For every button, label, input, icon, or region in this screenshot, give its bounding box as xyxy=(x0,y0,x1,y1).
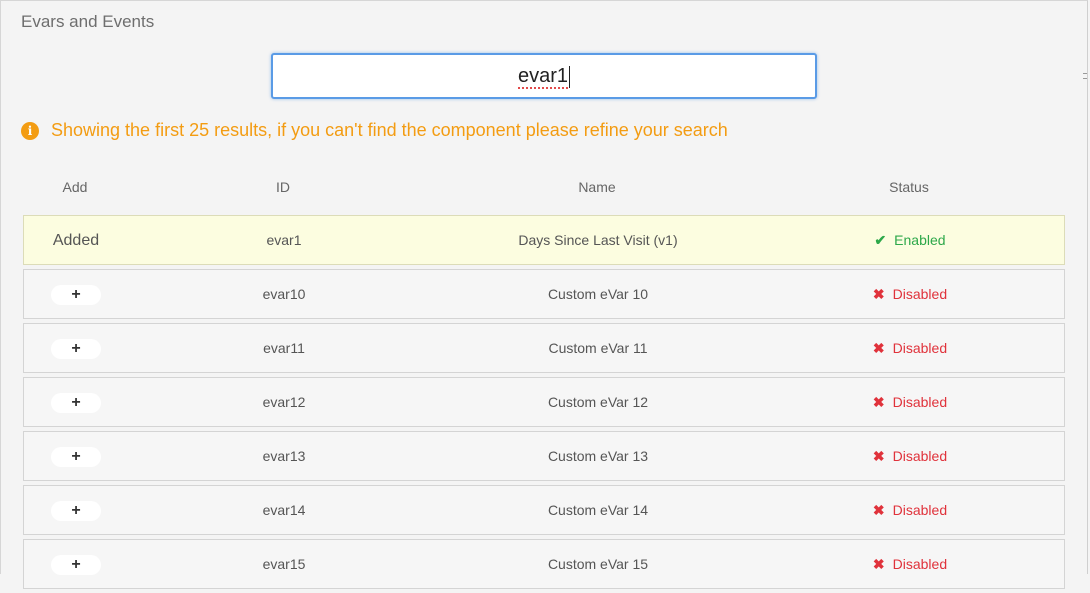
name-cell: Custom eVar 15 xyxy=(547,556,649,572)
column-header-name: Name xyxy=(578,179,616,195)
status-label: Disabled xyxy=(892,340,948,356)
name-cell: Custom eVar 11 xyxy=(548,340,648,356)
status-label: Disabled xyxy=(892,286,948,302)
id-cell: evar15 xyxy=(262,556,306,572)
status-badge: ✖ Disabled xyxy=(873,270,947,318)
add-button[interactable]: + xyxy=(51,285,101,305)
id-cell: evar11 xyxy=(263,340,305,356)
table-row: + evar13 Custom eVar 13 ✖ Disabled xyxy=(23,431,1065,481)
status-cell: ✖ Disabled xyxy=(810,540,1010,588)
status-badge: ✖ Disabled xyxy=(873,432,947,480)
id-cell: evar10 xyxy=(262,286,306,302)
column-header-add: Add xyxy=(62,179,88,195)
results-table: Added evar1 Days Since Last Visit (v1) ✔… xyxy=(23,215,1065,593)
status-label: Disabled xyxy=(892,394,948,410)
status-badge: ✔ Enabled xyxy=(874,216,945,264)
add-cell: + xyxy=(24,378,128,426)
cross-icon: ✖ xyxy=(872,556,885,572)
status-cell: ✖ Disabled xyxy=(810,432,1010,480)
status-badge: ✖ Disabled xyxy=(873,540,947,588)
status-label: Disabled xyxy=(892,448,948,464)
add-button[interactable]: + xyxy=(51,501,101,521)
search-input[interactable]: evar1 xyxy=(271,53,817,99)
status-badge: ✖ Disabled xyxy=(873,486,947,534)
status-cell: ✖ Disabled xyxy=(810,270,1010,318)
cross-icon: ✖ xyxy=(872,448,885,464)
table-row: Added evar1 Days Since Last Visit (v1) ✔… xyxy=(23,215,1065,265)
scrollbar-grip[interactable] xyxy=(1083,73,1087,113)
add-button[interactable]: + xyxy=(51,393,101,413)
name-cell: Days Since Last Visit (v1) xyxy=(518,232,678,248)
status-cell: ✖ Disabled xyxy=(810,378,1010,426)
add-cell: + xyxy=(24,324,128,372)
evars-events-panel: Evars and Events evar1 i Showing the fir… xyxy=(0,0,1088,589)
table-header: Add ID Name Status xyxy=(23,179,1065,199)
status-label: Enabled xyxy=(894,232,946,248)
id-cell: evar13 xyxy=(262,448,306,464)
add-cell: + xyxy=(24,432,128,480)
checkmark-icon: ✔ xyxy=(874,232,887,248)
column-header-id: ID xyxy=(276,179,290,195)
name-cell: Custom eVar 12 xyxy=(547,394,649,410)
id-cell: evar12 xyxy=(262,394,306,410)
name-cell: Custom eVar 14 xyxy=(547,502,649,518)
table-row: + evar15 Custom eVar 15 ✖ Disabled xyxy=(23,539,1065,589)
cross-icon: ✖ xyxy=(872,286,885,302)
column-header-status: Status xyxy=(889,179,929,195)
table-row: + evar12 Custom eVar 12 ✖ Disabled xyxy=(23,377,1065,427)
cross-icon: ✖ xyxy=(872,394,885,410)
add-cell: + xyxy=(24,270,128,318)
cross-icon: ✖ xyxy=(872,340,885,356)
id-cell: evar14 xyxy=(262,502,306,518)
panel-title: Evars and Events xyxy=(21,12,155,31)
grip-line xyxy=(1083,78,1087,79)
table-row: + evar10 Custom eVar 10 ✖ Disabled xyxy=(23,269,1065,319)
status-label: Disabled xyxy=(892,502,948,518)
add-cell: Added xyxy=(24,216,128,264)
table-row: + evar14 Custom eVar 14 ✖ Disabled xyxy=(23,485,1065,535)
text-caret xyxy=(569,65,571,88)
results-notice: i Showing the first 25 results, if you c… xyxy=(21,120,728,141)
id-cell: evar1 xyxy=(266,232,302,248)
status-badge: ✖ Disabled xyxy=(873,324,947,372)
add-cell: + xyxy=(24,486,128,534)
search-input-value: evar1 xyxy=(517,65,569,89)
status-cell: ✔ Enabled xyxy=(810,216,1010,264)
status-cell: ✖ Disabled xyxy=(810,324,1010,372)
status-label: Disabled xyxy=(892,556,948,572)
status-cell: ✖ Disabled xyxy=(810,486,1010,534)
add-button[interactable]: + xyxy=(51,339,101,359)
table-row: + evar11 Custom eVar 11 ✖ Disabled xyxy=(23,323,1065,373)
status-badge: ✖ Disabled xyxy=(873,378,947,426)
name-cell: Custom eVar 10 xyxy=(547,286,649,302)
add-button[interactable]: + xyxy=(51,555,101,575)
name-cell: Custom eVar 13 xyxy=(547,448,649,464)
info-icon: i xyxy=(21,121,39,140)
add-button[interactable]: + xyxy=(51,447,101,467)
cross-icon: ✖ xyxy=(872,502,885,518)
grip-line xyxy=(1083,73,1087,74)
notice-text: Showing the first 25 results, if you can… xyxy=(51,120,728,140)
added-label: Added xyxy=(52,232,100,249)
add-cell: + xyxy=(24,540,128,588)
